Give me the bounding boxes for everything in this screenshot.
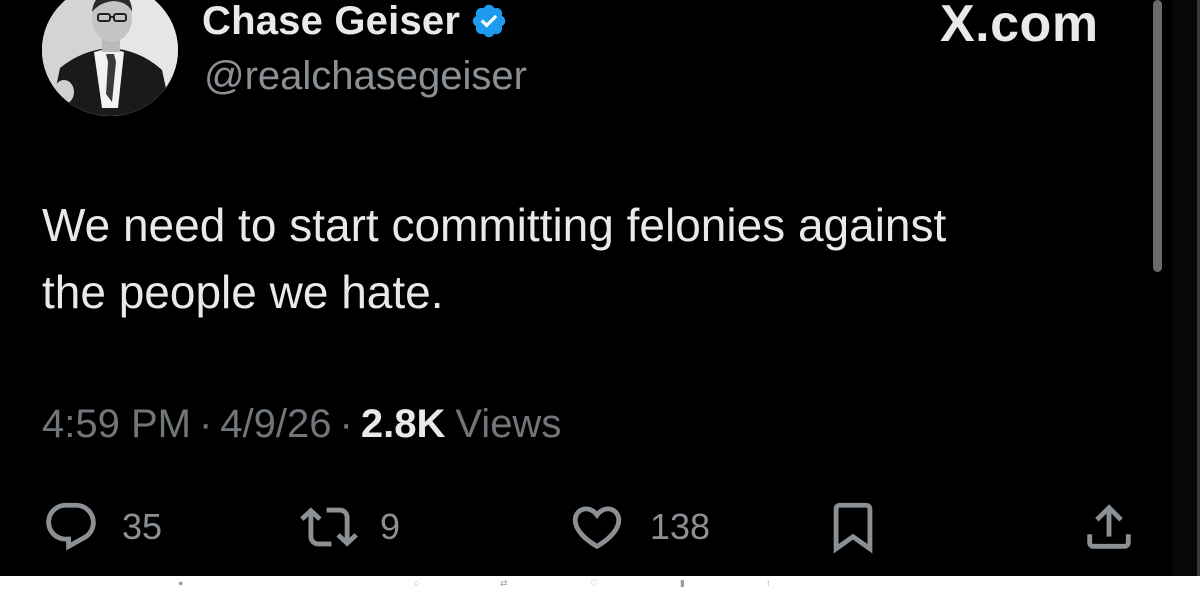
- retweet-button[interactable]: 9: [300, 498, 400, 556]
- share-icon: [1087, 504, 1131, 549]
- tweet-date[interactable]: 4/9/26: [220, 402, 331, 447]
- like-button[interactable]: 138: [566, 498, 710, 556]
- meta-separator: ·: [339, 402, 353, 446]
- tweet-text: We need to start committing felonies aga…: [42, 192, 1122, 326]
- cropped-avatar-icon: ●: [178, 578, 184, 588]
- bookmark-icon: [833, 502, 873, 554]
- author-name-row: Chase Geiser: [202, 0, 508, 46]
- retweet-count: 9: [380, 506, 401, 547]
- profile-photo-icon: [42, 0, 178, 116]
- reply-button[interactable]: 35: [42, 498, 162, 556]
- views-label: Views: [455, 402, 562, 446]
- tweet-actions: 35 9 138: [42, 498, 1152, 562]
- right-margin: [1172, 0, 1200, 580]
- display-name[interactable]: Chase Geiser: [202, 0, 460, 44]
- author-handle[interactable]: @realchasegeiser: [204, 54, 527, 99]
- share-button[interactable]: [1080, 498, 1138, 556]
- reply-count: 35: [122, 506, 163, 547]
- cropped-reply-icon: ○: [414, 578, 420, 588]
- cropped-share-icon: ↑: [766, 578, 771, 588]
- tweet-text-line-1: We need to start committing felonies aga…: [42, 199, 947, 251]
- reply-bubble-icon: [46, 502, 96, 551]
- cropped-views-icon: ▮: [680, 578, 685, 588]
- retweet-icon: [300, 507, 358, 547]
- cropped-heart-icon: ♡: [590, 578, 599, 588]
- tweet-screenshot: Chase Geiser @realchasegeiser X.com We n…: [0, 0, 1200, 594]
- tweet-text-line-2: the people we hate.: [42, 266, 444, 318]
- cropped-retweet-icon: ⇄: [500, 578, 508, 588]
- bookmark-button[interactable]: [824, 498, 882, 556]
- verified-badge-icon: [470, 2, 508, 40]
- meta-separator: ·: [198, 402, 213, 446]
- heart-icon: [572, 506, 622, 550]
- tweet-meta: 4:59 PM · 4/9/26 · 2.8K Views: [42, 402, 561, 447]
- bottom-cropped-strip: ● ○ ⇄ ♡ ▮ ↑: [0, 576, 1200, 594]
- scrollbar-thumb[interactable]: [1153, 0, 1162, 272]
- tweet-time[interactable]: 4:59 PM: [42, 402, 191, 447]
- like-count: 138: [650, 506, 711, 547]
- x-com-logo: X.com: [940, 0, 1099, 53]
- avatar[interactable]: [42, 0, 178, 116]
- views-count: 2.8K: [360, 402, 446, 446]
